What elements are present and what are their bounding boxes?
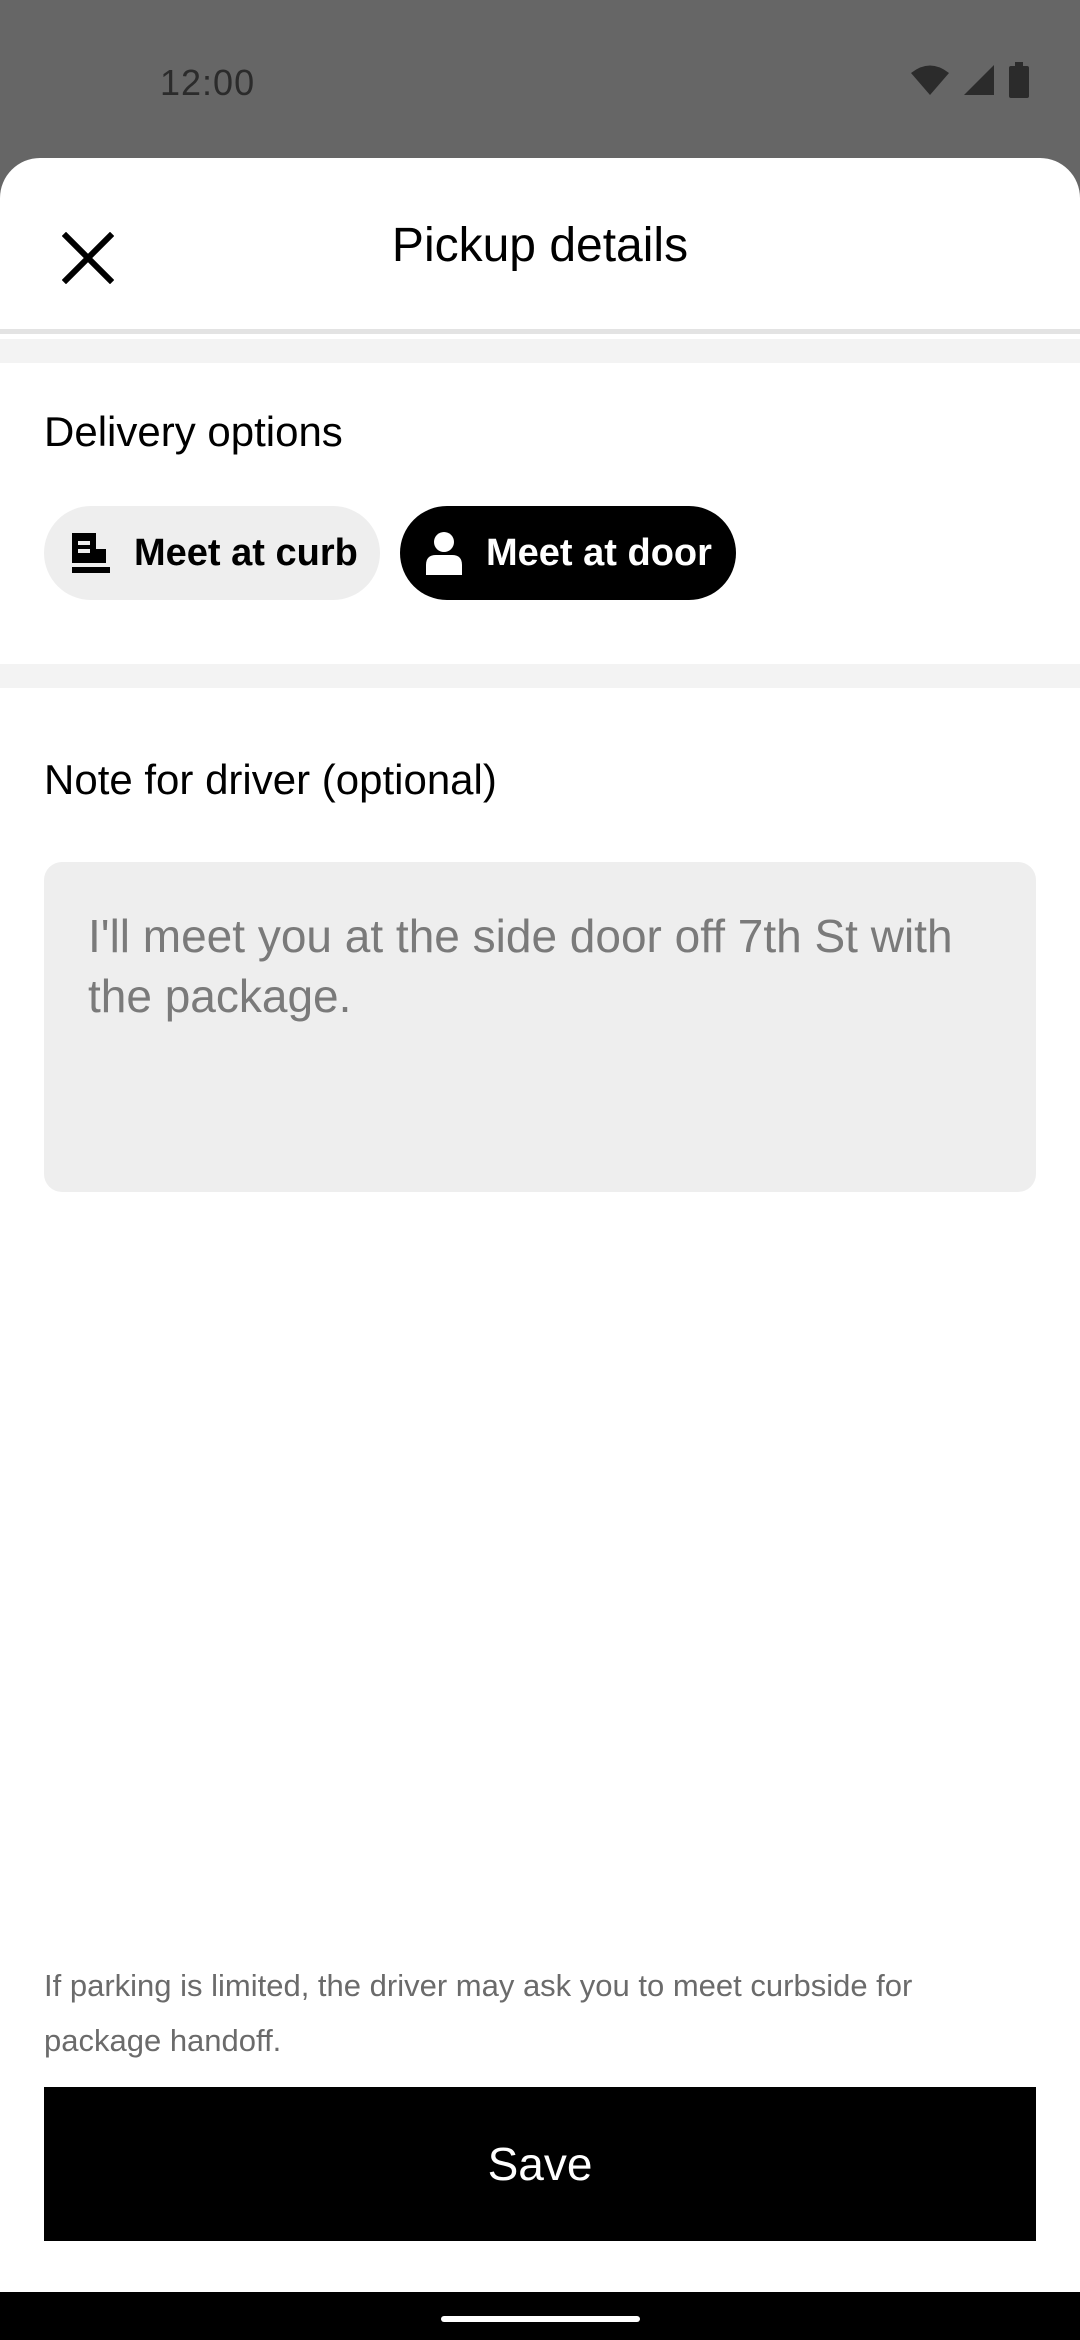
sheet-header: Pickup details <box>0 158 1080 334</box>
status-bar: 12:00 <box>0 0 1080 160</box>
page-title: Pickup details <box>391 219 689 272</box>
meet-at-door-label: Meet at door <box>486 531 712 574</box>
battery-icon <box>1009 62 1029 98</box>
cellular-signal-icon <box>964 65 994 95</box>
driver-note-placeholder: I'll meet you at the side door off 7th S… <box>88 910 953 1022</box>
section-divider <box>0 664 1080 688</box>
section-divider <box>0 339 1080 363</box>
note-heading: Note for driver (optional) <box>44 756 497 803</box>
meet-at-door-option[interactable]: Meet at door <box>400 506 736 600</box>
meet-at-curb-option[interactable]: Meet at curb <box>44 506 380 600</box>
meet-at-curb-label: Meet at curb <box>134 531 358 574</box>
delivery-options-heading: Delivery options <box>44 408 343 455</box>
status-time: 12:00 <box>160 62 256 103</box>
person-icon <box>426 532 462 575</box>
parking-disclaimer: If parking is limited, the driver may as… <box>44 1968 913 2058</box>
save-button[interactable]: Save <box>44 2087 1036 2241</box>
status-icons <box>910 62 1030 98</box>
home-indicator[interactable] <box>441 2316 640 2322</box>
pickup-details-sheet: Pickup details Delivery options Meet at … <box>0 158 1080 2292</box>
wifi-icon <box>911 65 949 95</box>
curb-icon <box>72 533 110 573</box>
driver-note-input[interactable]: I'll meet you at the side door off 7th S… <box>44 862 1036 1192</box>
